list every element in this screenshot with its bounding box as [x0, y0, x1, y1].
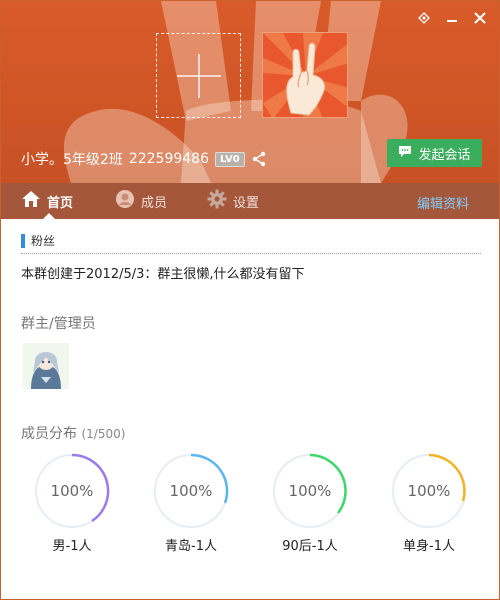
group-id-text: 222599486: [128, 151, 209, 167]
distribution-title: 成员分布: [21, 426, 77, 442]
tag-marker: [21, 233, 25, 248]
user-icon: [115, 189, 135, 213]
stat-percent: 100%: [407, 482, 451, 500]
tab-members[interactable]: 成员: [115, 183, 167, 219]
group-title: 小学。5年级2班 222599486 LV0: [21, 149, 267, 169]
close-icon[interactable]: [469, 9, 491, 27]
progress-ring: 100%: [34, 453, 110, 529]
stat-age[interactable]: 100% 90后-1人: [272, 453, 348, 554]
stat-label: 90后-1人: [282, 539, 338, 554]
header-banner: 小学。5年级2班 222599486 LV0 发起会话: [1, 1, 499, 183]
tab-home[interactable]: 首页: [21, 183, 73, 219]
tab-members-label: 成员: [141, 195, 168, 211]
home-icon: [21, 190, 41, 212]
group-avatar[interactable]: [262, 32, 348, 118]
admin-avatar[interactable]: [23, 343, 69, 389]
stat-gender[interactable]: 100% 男-1人: [34, 453, 110, 554]
tab-home-label: 首页: [47, 195, 74, 211]
stat-percent: 100%: [288, 482, 332, 500]
window-controls: [413, 9, 491, 27]
stat-location[interactable]: 100% 青岛-1人: [153, 453, 229, 554]
share-icon[interactable]: [251, 151, 267, 167]
group-name-text: 小学。5年级2班: [21, 152, 123, 168]
stat-label: 男-1人: [52, 539, 92, 554]
gear-icon: [207, 189, 227, 213]
group-profile-window: 小学。5年级2班 222599486 LV0 发起会话 首页 成员 设置 编辑资…: [0, 0, 500, 600]
fans-tag[interactable]: 粉丝: [21, 232, 55, 249]
stat-percent: 100%: [50, 482, 94, 500]
tab-bar: 首页 成员 设置 编辑资料: [1, 183, 499, 219]
progress-ring: 100%: [272, 453, 348, 529]
fans-tag-label: 粉丝: [31, 234, 56, 248]
stat-label: 单身-1人: [403, 539, 455, 554]
restore-icon[interactable]: [413, 9, 435, 27]
chat-button-label: 发起会话: [418, 147, 471, 163]
plus-icon: [177, 54, 221, 98]
tab-settings-label: 设置: [233, 195, 260, 211]
start-chat-button[interactable]: 发起会话: [387, 139, 482, 167]
distribution-heading: 成员分布 (1/500): [21, 423, 125, 443]
stat-label: 青岛-1人: [165, 539, 217, 554]
minimize-icon[interactable]: [441, 9, 463, 27]
distribution-count: (1/500): [81, 427, 126, 441]
chat-bubble-icon: [398, 145, 412, 162]
progress-ring: 100%: [391, 453, 467, 529]
tab-settings[interactable]: 设置: [207, 183, 259, 219]
group-intro: 本群创建于2012/5/3：群主很懒,什么都没有留下: [21, 267, 305, 282]
progress-ring: 100%: [153, 453, 229, 529]
stat-relationship[interactable]: 100% 单身-1人: [391, 453, 467, 554]
section-divider: [21, 253, 481, 254]
stat-percent: 100%: [169, 482, 213, 500]
edit-profile-link[interactable]: 编辑资料: [417, 193, 469, 212]
add-avatar-slot[interactable]: [156, 33, 241, 118]
admins-heading: 群主/管理员: [21, 316, 96, 332]
level-badge: LV0: [215, 151, 245, 167]
